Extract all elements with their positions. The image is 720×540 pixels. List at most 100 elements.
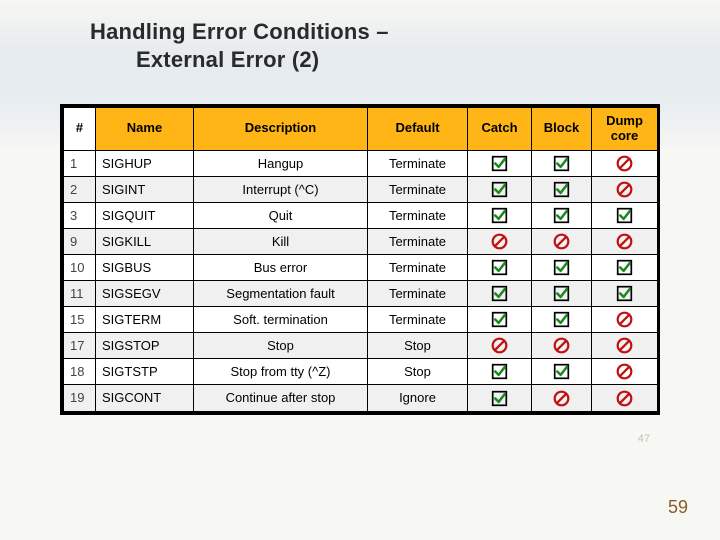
embedded-page-ref: 47	[638, 433, 650, 445]
dump-cell	[592, 255, 658, 281]
default-cell: Ignore	[368, 385, 468, 411]
default-cell: Terminate	[368, 176, 468, 202]
name-cell: SIGKILL	[96, 229, 194, 255]
dump-cell	[592, 176, 658, 202]
dump-cell	[592, 281, 658, 307]
desc-cell: Stop	[194, 333, 368, 359]
table-header-row: # Name Description Default Catch Block D…	[64, 108, 658, 151]
prohibited-icon	[553, 389, 570, 404]
check-icon	[491, 181, 508, 196]
signals-table-container: # Name Description Default Catch Block D…	[60, 104, 660, 415]
num-cell: 19	[64, 385, 96, 411]
prohibited-icon	[553, 337, 570, 352]
check-icon	[553, 181, 570, 196]
catch-cell	[468, 150, 532, 176]
prohibited-icon	[616, 363, 633, 378]
col-header-desc: Description	[194, 108, 368, 151]
table-row: 18SIGTSTPStop from tty (^Z)Stop	[64, 359, 658, 385]
block-cell	[532, 150, 592, 176]
catch-cell	[468, 229, 532, 255]
name-cell: SIGHUP	[96, 150, 194, 176]
dump-cell	[592, 359, 658, 385]
default-cell: Terminate	[368, 150, 468, 176]
num-cell: 2	[64, 176, 96, 202]
table-body: 1SIGHUPHangupTerminate2SIGINTInterrupt (…	[64, 150, 658, 411]
check-icon	[553, 363, 570, 378]
default-cell: Stop	[368, 333, 468, 359]
desc-cell: Stop from tty (^Z)	[194, 359, 368, 385]
num-cell: 10	[64, 255, 96, 281]
desc-cell: Continue after stop	[194, 385, 368, 411]
num-cell: 9	[64, 229, 96, 255]
col-header-def: Default	[368, 108, 468, 151]
title-line-1: Handling Error Conditions –	[90, 18, 389, 46]
check-icon	[553, 259, 570, 274]
check-icon	[491, 363, 508, 378]
desc-cell: Bus error	[194, 255, 368, 281]
block-cell	[532, 229, 592, 255]
prohibited-icon	[616, 337, 633, 352]
dump-cell	[592, 333, 658, 359]
default-cell: Stop	[368, 359, 468, 385]
title-line-2: External Error (2)	[90, 46, 389, 74]
desc-cell: Hangup	[194, 150, 368, 176]
table-row: 15SIGTERMSoft. terminationTerminate	[64, 307, 658, 333]
dump-cell	[592, 385, 658, 411]
desc-cell: Segmentation fault	[194, 281, 368, 307]
default-cell: Terminate	[368, 307, 468, 333]
dump-cell	[592, 150, 658, 176]
num-cell: 15	[64, 307, 96, 333]
prohibited-icon	[616, 233, 633, 248]
catch-cell	[468, 307, 532, 333]
check-icon	[491, 259, 508, 274]
block-cell	[532, 333, 592, 359]
check-icon	[491, 207, 508, 222]
dump-cell	[592, 229, 658, 255]
col-header-catch: Catch	[468, 108, 532, 151]
slide-title: Handling Error Conditions – External Err…	[90, 18, 389, 73]
prohibited-icon	[491, 337, 508, 352]
name-cell: SIGSEGV	[96, 281, 194, 307]
dump-cell	[592, 307, 658, 333]
catch-cell	[468, 203, 532, 229]
catch-cell	[468, 359, 532, 385]
prohibited-icon	[553, 233, 570, 248]
name-cell: SIGSTOP	[96, 333, 194, 359]
default-cell: Terminate	[368, 281, 468, 307]
catch-cell	[468, 333, 532, 359]
name-cell: SIGINT	[96, 176, 194, 202]
name-cell: SIGBUS	[96, 255, 194, 281]
table-row: 9SIGKILLKillTerminate	[64, 229, 658, 255]
block-cell	[532, 255, 592, 281]
default-cell: Terminate	[368, 229, 468, 255]
table-row: 2SIGINTInterrupt (^C)Terminate	[64, 176, 658, 202]
check-icon	[491, 389, 508, 404]
table-row: 10SIGBUSBus errorTerminate	[64, 255, 658, 281]
name-cell: SIGTERM	[96, 307, 194, 333]
desc-cell: Soft. termination	[194, 307, 368, 333]
check-icon	[553, 155, 570, 170]
catch-cell	[468, 385, 532, 411]
slide-number: 59	[668, 497, 688, 518]
check-icon	[553, 311, 570, 326]
table-row: 11SIGSEGVSegmentation faultTerminate	[64, 281, 658, 307]
slide: Handling Error Conditions – External Err…	[0, 0, 720, 540]
table-row: 17SIGSTOPStopStop	[64, 333, 658, 359]
block-cell	[532, 281, 592, 307]
catch-cell	[468, 176, 532, 202]
col-header-dump: Dump core	[592, 108, 658, 151]
num-cell: 1	[64, 150, 96, 176]
col-header-block: Block	[532, 108, 592, 151]
dump-cell	[592, 203, 658, 229]
name-cell: SIGTSTP	[96, 359, 194, 385]
signals-table: # Name Description Default Catch Block D…	[63, 107, 658, 412]
block-cell	[532, 307, 592, 333]
desc-cell: Interrupt (^C)	[194, 176, 368, 202]
table-row: 3SIGQUITQuitTerminate	[64, 203, 658, 229]
prohibited-icon	[616, 181, 633, 196]
block-cell	[532, 359, 592, 385]
check-icon	[616, 285, 633, 300]
default-cell: Terminate	[368, 255, 468, 281]
check-icon	[616, 259, 633, 274]
col-header-name: Name	[96, 108, 194, 151]
